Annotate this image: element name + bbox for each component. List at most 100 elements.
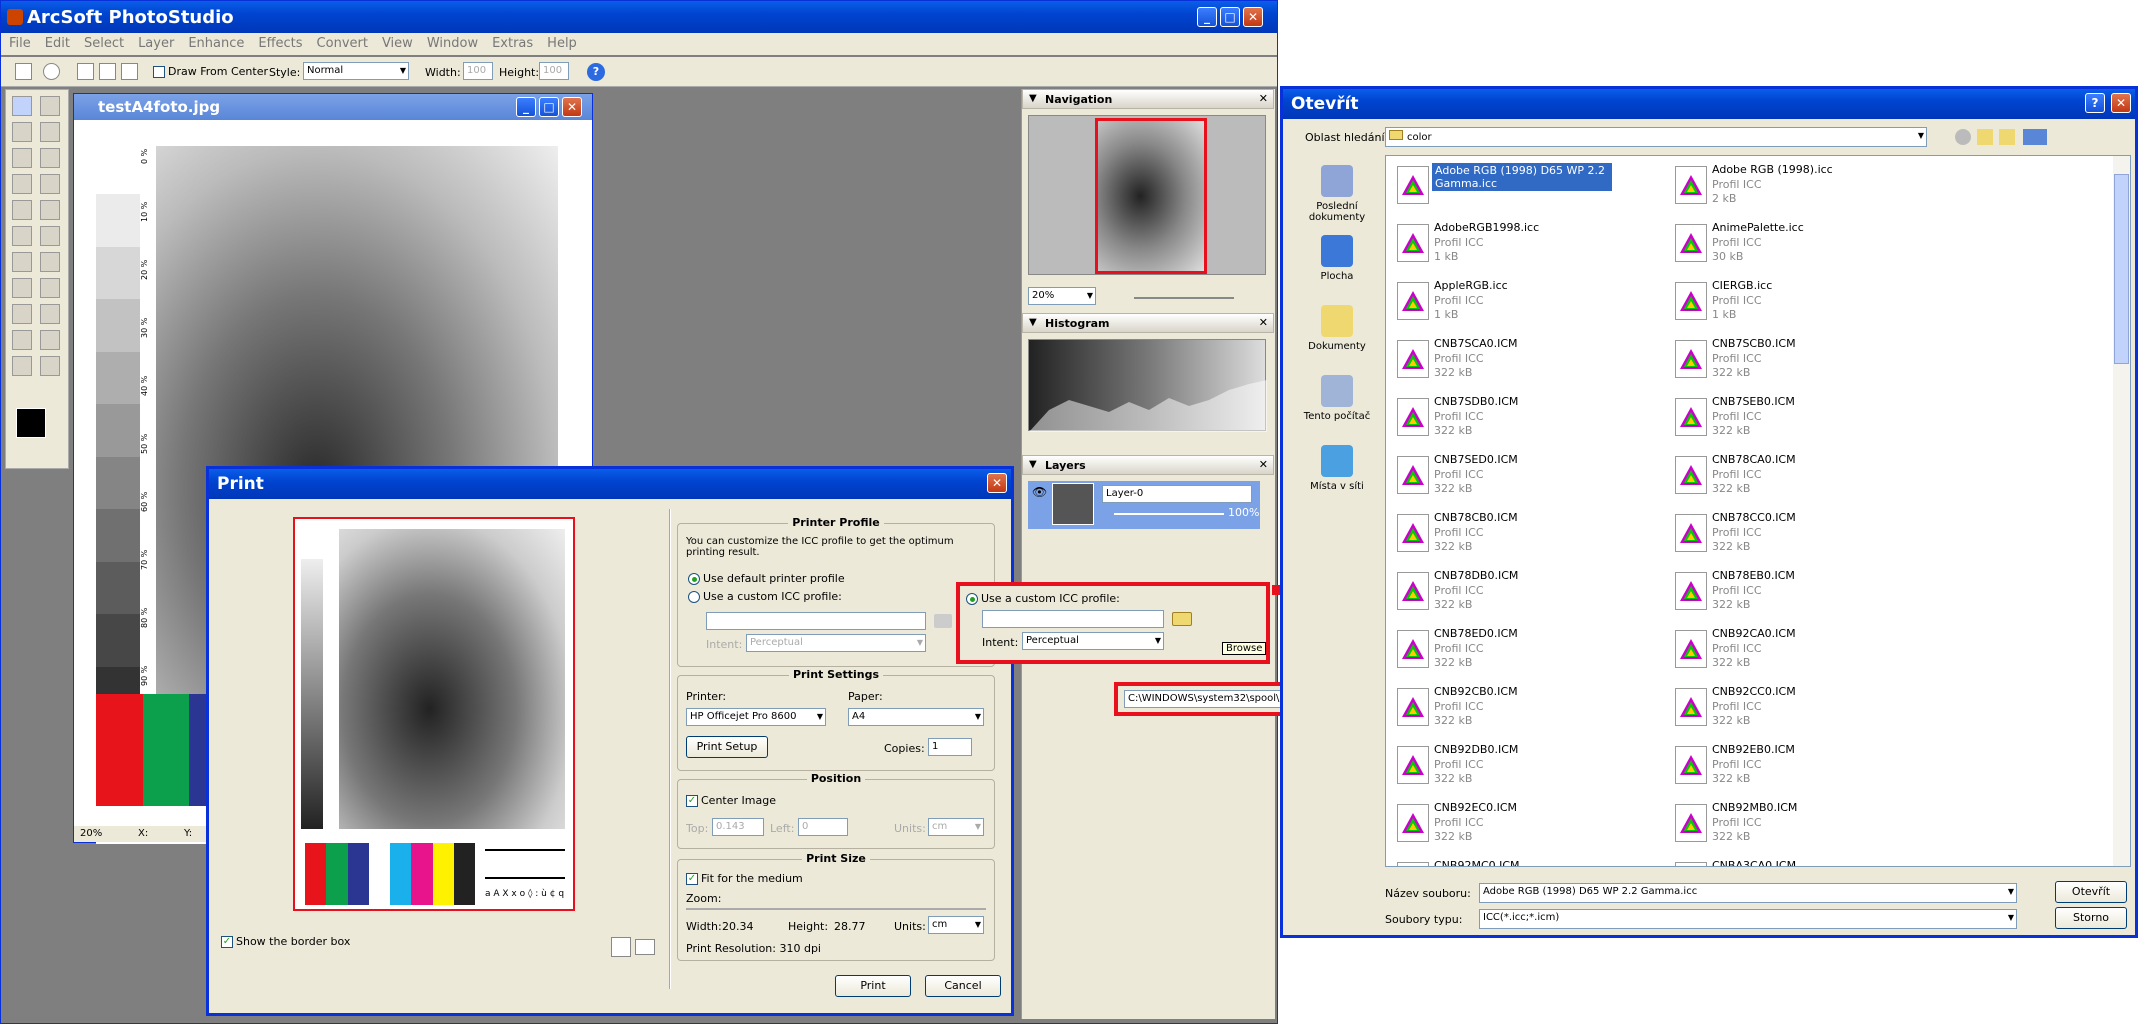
eyedropper-icon[interactable]: [12, 330, 32, 350]
eye-icon[interactable]: 👁: [1032, 485, 1047, 499]
fit-medium-check[interactable]: ✓ Fit for the medium: [686, 872, 803, 885]
print-setup-button[interactable]: Print Setup: [686, 736, 768, 758]
navigator-zoom-slider[interactable]: [1134, 297, 1234, 299]
open-button[interactable]: Otevřít: [2055, 881, 2127, 903]
frame-icon[interactable]: [40, 304, 60, 324]
layer-name[interactable]: Layer-0: [1102, 485, 1252, 503]
place-item[interactable]: Tento počítač: [1297, 375, 1377, 422]
menu-item[interactable]: Extras: [492, 36, 533, 51]
portrait-icon[interactable]: [611, 937, 631, 957]
copies-input[interactable]: 1: [928, 738, 972, 756]
zoom-icon[interactable]: [40, 356, 60, 376]
icc-path-input[interactable]: [706, 612, 926, 630]
default-profile-radio[interactable]: Use default printer profile: [688, 572, 845, 585]
rect-select-icon[interactable]: [15, 63, 32, 80]
print-titlebar[interactable]: Print ✕: [209, 469, 1011, 499]
menu-item[interactable]: File: [9, 36, 31, 51]
height-input[interactable]: 100: [539, 62, 569, 80]
intent-select[interactable]: Perceptual ▼: [746, 634, 926, 652]
filename-input[interactable]: Adobe RGB (1998) D65 WP 2.2 Gamma.icc ▼: [1479, 883, 2017, 903]
opacity-slider[interactable]: [1114, 513, 1224, 515]
width-input[interactable]: 100: [463, 62, 493, 80]
file-item[interactable]: CNB92CA0.ICM Profil ICC 322 kB: [1668, 624, 1918, 680]
crop-icon[interactable]: [12, 148, 32, 168]
position-units-select[interactable]: cm ▼: [928, 818, 984, 836]
new-folder-icon[interactable]: [1999, 129, 2015, 145]
draw-from-center-check[interactable]: Draw From Center: [153, 65, 268, 78]
layers-panel-header[interactable]: ▼ Layers ✕: [1022, 455, 1274, 475]
show-border-check[interactable]: ✓ Show the border box: [221, 935, 350, 948]
top-input[interactable]: 0.143: [712, 818, 764, 836]
file-item[interactable]: CNB7SCB0.ICM Profil ICC 322 kB: [1668, 334, 1918, 390]
navigation-panel-header[interactable]: ▼ Navigation ✕: [1022, 89, 1274, 109]
navigator-preview[interactable]: [1028, 115, 1266, 275]
landscape-icon[interactable]: [635, 939, 655, 955]
stamp-icon[interactable]: [12, 200, 32, 220]
print-button[interactable]: Print: [835, 975, 911, 997]
menu-item[interactable]: View: [382, 36, 413, 51]
file-item[interactable]: AdobeRGB1998.icc Profil ICC 1 kB: [1390, 218, 1640, 274]
callout-intent-select[interactable]: Perceptual ▼: [1022, 632, 1164, 650]
pencil-icon[interactable]: [12, 174, 32, 194]
menu-item[interactable]: Enhance: [188, 36, 244, 51]
file-item[interactable]: CNB92EC0.ICM Profil ICC 322 kB: [1390, 798, 1640, 854]
place-item[interactable]: Poslední dokumenty: [1297, 165, 1377, 223]
folder-icon[interactable]: [934, 614, 952, 628]
line-icon[interactable]: [40, 278, 60, 298]
up-folder-icon[interactable]: [1977, 129, 1993, 145]
file-item[interactable]: CNB92DB0.ICM Profil ICC 322 kB: [1390, 740, 1640, 796]
file-item[interactable]: CNB7SED0.ICM Profil ICC 322 kB: [1390, 450, 1640, 506]
photostudio-titlebar[interactable]: ArcSoft PhotoStudio _ □ ✕: [1, 1, 1277, 33]
new-selection-icon[interactable]: [77, 63, 94, 80]
file-item[interactable]: CNB92MB0.ICM Profil ICC 322 kB: [1668, 798, 1918, 854]
center-image-check[interactable]: ✓ Center Image: [686, 794, 776, 807]
file-item[interactable]: CNB78ED0.ICM Profil ICC 322 kB: [1390, 624, 1640, 680]
text-icon[interactable]: [12, 278, 32, 298]
menu-item[interactable]: Help: [547, 36, 577, 51]
file-item[interactable]: CIERGB.icc Profil ICC 1 kB: [1668, 276, 1918, 332]
maximize-button[interactable]: □: [1220, 7, 1240, 27]
menu-item[interactable]: Select: [84, 36, 124, 51]
file-item[interactable]: CNB7SDB0.ICM Profil ICC 322 kB: [1390, 392, 1640, 448]
shape-icon[interactable]: [12, 304, 32, 324]
left-input[interactable]: 0: [798, 818, 848, 836]
transform-icon[interactable]: [40, 148, 60, 168]
foreground-color-swatch[interactable]: [16, 408, 46, 438]
lasso-icon[interactable]: [12, 122, 32, 142]
menu-item[interactable]: Layer: [138, 36, 174, 51]
file-item[interactable]: CNB78DB0.ICM Profil ICC 322 kB: [1390, 566, 1640, 622]
scrollbar-thumb[interactable]: [2114, 174, 2129, 364]
navigator-view-box[interactable]: [1095, 118, 1207, 274]
callout-custom-radio[interactable]: Use a custom ICC profile:: [966, 592, 1120, 605]
menu-item[interactable]: Effects: [258, 36, 302, 51]
look-in-select[interactable]: color ▼: [1385, 127, 1927, 147]
file-item[interactable]: CNB92CB0.ICM Profil ICC 322 kB: [1390, 682, 1640, 738]
menu-item[interactable]: Edit: [45, 36, 70, 51]
printer-select[interactable]: HP Officejet Pro 8600 ▼: [686, 708, 826, 726]
file-item[interactable]: CNB7SCA0.ICM Profil ICC 322 kB: [1390, 334, 1640, 390]
file-item[interactable]: CNB78CB0.ICM Profil ICC 322 kB: [1390, 508, 1640, 564]
hand-icon[interactable]: [12, 356, 32, 376]
file-item[interactable]: AppleRGB.icc Profil ICC 1 kB: [1390, 276, 1640, 332]
place-item[interactable]: Dokumenty: [1297, 305, 1377, 352]
menu-item[interactable]: Convert: [317, 36, 368, 51]
file-item[interactable]: CNB92MC0.ICM: [1390, 856, 1640, 866]
file-item[interactable]: AnimePalette.icc Profil ICC 30 kB: [1668, 218, 1918, 274]
doc-maximize-button[interactable]: □: [539, 97, 559, 117]
help-icon[interactable]: ?: [587, 63, 605, 81]
callout-icc-input[interactable]: [982, 610, 1164, 628]
dodge-icon[interactable]: [40, 252, 60, 272]
document-titlebar[interactable]: testA4foto.jpg _ □ ✕: [74, 94, 592, 120]
place-item[interactable]: Místa v síti: [1297, 445, 1377, 492]
close-button[interactable]: ✕: [1243, 7, 1263, 27]
paper-select[interactable]: A4 ▼: [848, 708, 984, 726]
custom-profile-radio[interactable]: Use a custom ICC profile:: [688, 590, 842, 603]
place-item[interactable]: Plocha: [1297, 235, 1377, 282]
close-icon[interactable]: ✕: [1259, 316, 1268, 329]
file-list[interactable]: Adobe RGB (1998) D65 WP 2.2 Gamma.icc Pro…: [1385, 155, 2131, 867]
file-item[interactable]: CNB78CC0.ICM Profil ICC 322 kB: [1668, 508, 1918, 564]
back-icon[interactable]: [1955, 129, 1971, 145]
style-select[interactable]: Normal ▼: [303, 62, 409, 80]
doc-minimize-button[interactable]: _: [516, 97, 536, 117]
size-units-select[interactable]: cm ▼: [928, 916, 984, 934]
